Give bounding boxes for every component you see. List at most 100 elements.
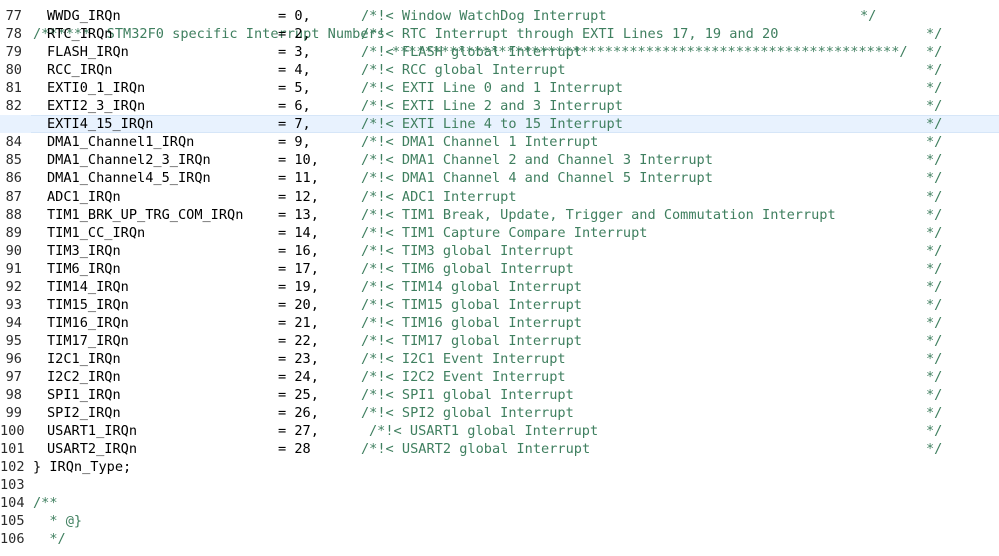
enum-value: = 6, — [278, 98, 311, 115]
enum-name: SPI1_IRQn — [47, 387, 121, 404]
enum-name: TIM16_IRQn — [47, 314, 129, 331]
code-line: 83 EXTI2_3_IRQn = 6, /*!< EXTI Line 2 an… — [0, 97, 999, 132]
code-line: 94 TIM15_IRQn = 20, /*!< TIM15 global In… — [0, 296, 999, 331]
code-text: } IRQn_Type; — [33, 459, 132, 476]
enum-comment: /*!< FLASH global Interrupt — [361, 44, 582, 61]
code-line: 87 DMA1_Channel4_5_IRQn = 11, /*!< DMA1 … — [0, 169, 999, 204]
enum-value: = 5, — [278, 80, 311, 97]
enum-value: = 17, — [278, 260, 319, 277]
code-line: 88 ADC1_IRQn = 12, /*!< ADC1 Interrupt *… — [0, 188, 999, 223]
code-line: 79 RTC_IRQn = 2, /*!< RTC Interrupt thro… — [0, 25, 999, 60]
enum-comment: /*!< TIM16 global Interrupt — [361, 314, 582, 331]
comment-close: */ — [926, 278, 943, 295]
comment-close: */ — [926, 116, 943, 133]
enum-name: USART2_IRQn — [47, 441, 138, 458]
comment-close: */ — [926, 170, 943, 187]
comment-close: */ — [926, 98, 943, 115]
code-line: 78 WWDG_IRQn = 0, /*!< Window WatchDog I… — [0, 7, 999, 42]
code-line: 91 TIM3_IRQn = 16, /*!< TIM3 global Inte… — [0, 242, 999, 277]
enum-comment: /*!< DMA1 Channel 4 and Channel 5 Interr… — [361, 170, 713, 187]
enum-name: TIM1_BRK_UP_TRG_COM_IRQn — [47, 206, 244, 223]
code-line: 102 USART2_IRQn = 28 /*!< USART2 global … — [0, 440, 999, 475]
enum-comment: /*!< I2C1 Event Interrupt — [361, 350, 566, 367]
enum-name: TIM17_IRQn — [47, 332, 129, 349]
code-line: 93 TIM14_IRQn = 19, /*!< TIM14 global In… — [0, 278, 999, 313]
enum-value: = 0, — [278, 8, 311, 25]
enum-value: = 2, — [278, 26, 311, 43]
code-line: 89 TIM1_BRK_UP_TRG_COM_IRQn = 13, /*!< T… — [0, 206, 999, 241]
code-line: 82 EXTI0_1_IRQn = 5, /*!< EXTI Line 0 an… — [0, 79, 999, 114]
enum-comment: /*!< RTC Interrupt through EXTI Lines 17… — [361, 26, 779, 43]
code-line: 92 TIM6_IRQn = 17, /*!< TIM6 global Inte… — [0, 260, 999, 295]
enum-name: TIM3_IRQn — [47, 242, 121, 259]
comment-close: */ — [926, 260, 943, 277]
enum-comment: /*!< RCC global Interrupt — [361, 62, 566, 79]
enum-comment: /*!< I2C2 Event Interrupt — [361, 368, 566, 385]
code-line: 90 TIM1_CC_IRQn = 14, /*!< TIM1 Capture … — [0, 224, 999, 259]
code-editor[interactable]: 77 /****** STM32F0 specific Interrupt Nu… — [0, 0, 999, 545]
code-text: */ — [33, 531, 66, 545]
code-text: /** — [33, 495, 58, 512]
enum-value: = 26, — [278, 405, 319, 422]
enum-value: = 13, — [278, 206, 319, 223]
comment-close: */ — [926, 387, 943, 404]
enum-value: = 27, — [278, 423, 319, 440]
comment-close: */ — [926, 405, 943, 422]
comment-close: */ — [926, 152, 943, 169]
comment-close: */ — [860, 8, 877, 25]
comment-close: */ — [926, 296, 943, 313]
enum-comment: /*!< Window WatchDog Interrupt — [361, 8, 607, 25]
code-line: 101 USART1_IRQn = 27, /*!< USART1 global… — [0, 422, 999, 457]
code-line: 104 — [0, 476, 999, 511]
code-line: 103 } IRQn_Type; — [0, 458, 999, 493]
code-line: 77 /****** STM32F0 specific Interrupt Nu… — [0, 0, 999, 60]
code-line: 86 DMA1_Channel2_3_IRQn = 10, /*!< DMA1 … — [0, 151, 999, 186]
code-line: 99 SPI1_IRQn = 25, /*!< SPI1 global Inte… — [0, 386, 999, 421]
comment-close: */ — [926, 26, 943, 43]
enum-value: = 22, — [278, 332, 319, 349]
enum-value: = 14, — [278, 224, 319, 241]
current-line[interactable]: 84 EXTI4_15_IRQn = 7, /*!< EXTI Line 4 t… — [0, 115, 999, 150]
enum-value: = 12, — [278, 188, 319, 205]
enum-value: = 16, — [278, 242, 319, 259]
enum-comment: /*!< TIM6 global Interrupt — [361, 260, 574, 277]
enum-name: WWDG_IRQn — [47, 8, 121, 25]
enum-value: = 21, — [278, 314, 319, 331]
comment-close: */ — [926, 224, 943, 241]
enum-value: = 23, — [278, 350, 319, 367]
comment-close: */ — [926, 44, 943, 61]
code-line: 97 I2C1_IRQn = 23, /*!< I2C1 Event Inter… — [0, 350, 999, 385]
enum-name: SPI2_IRQn — [47, 405, 121, 422]
code-line: 95 TIM16_IRQn = 21, /*!< TIM16 global In… — [0, 314, 999, 349]
comment-close: */ — [926, 188, 943, 205]
enum-value: = 7, — [278, 116, 311, 133]
comment-close: */ — [926, 423, 943, 440]
enum-comment: /*!< TIM14 global Interrupt — [361, 278, 582, 295]
comment-close: */ — [926, 134, 943, 151]
enum-comment: /*!< TIM17 global Interrupt — [361, 332, 582, 349]
comment-close: */ — [926, 332, 943, 349]
comment-close: */ — [926, 206, 943, 223]
code-line: 81 RCC_IRQn = 4, /*!< RCC global Interru… — [0, 61, 999, 96]
enum-name: TIM15_IRQn — [47, 296, 129, 313]
enum-name: EXTI2_3_IRQn — [47, 98, 146, 115]
enum-value: = 19, — [278, 278, 319, 295]
enum-name: TIM14_IRQn — [47, 278, 129, 295]
code-line: 80 FLASH_IRQn = 3, /*!< FLASH global Int… — [0, 43, 999, 78]
code-line: 96 TIM17_IRQn = 22, /*!< TIM17 global In… — [0, 332, 999, 367]
enum-value: = 4, — [278, 62, 311, 79]
comment-close: */ — [926, 242, 943, 259]
enum-name: TIM6_IRQn — [47, 260, 121, 277]
enum-name: RTC_IRQn — [47, 26, 113, 43]
enum-comment: /*!< EXTI Line 0 and 1 Interrupt — [361, 80, 623, 97]
enum-value: = 9, — [278, 134, 311, 151]
enum-comment: /*!< ADC1 Interrupt — [361, 188, 517, 205]
enum-comment: /*!< SPI2 global Interrupt — [361, 405, 574, 422]
enum-comment: /*!< TIM1 Break, Update, Trigger and Com… — [361, 206, 836, 223]
enum-value: = 28 — [278, 441, 311, 458]
enum-value: = 20, — [278, 296, 319, 313]
enum-value: = 10, — [278, 152, 319, 169]
enum-name: EXTI4_15_IRQn — [47, 116, 154, 133]
comment-close: */ — [926, 368, 943, 385]
code-line: 106 * @} — [0, 512, 999, 545]
